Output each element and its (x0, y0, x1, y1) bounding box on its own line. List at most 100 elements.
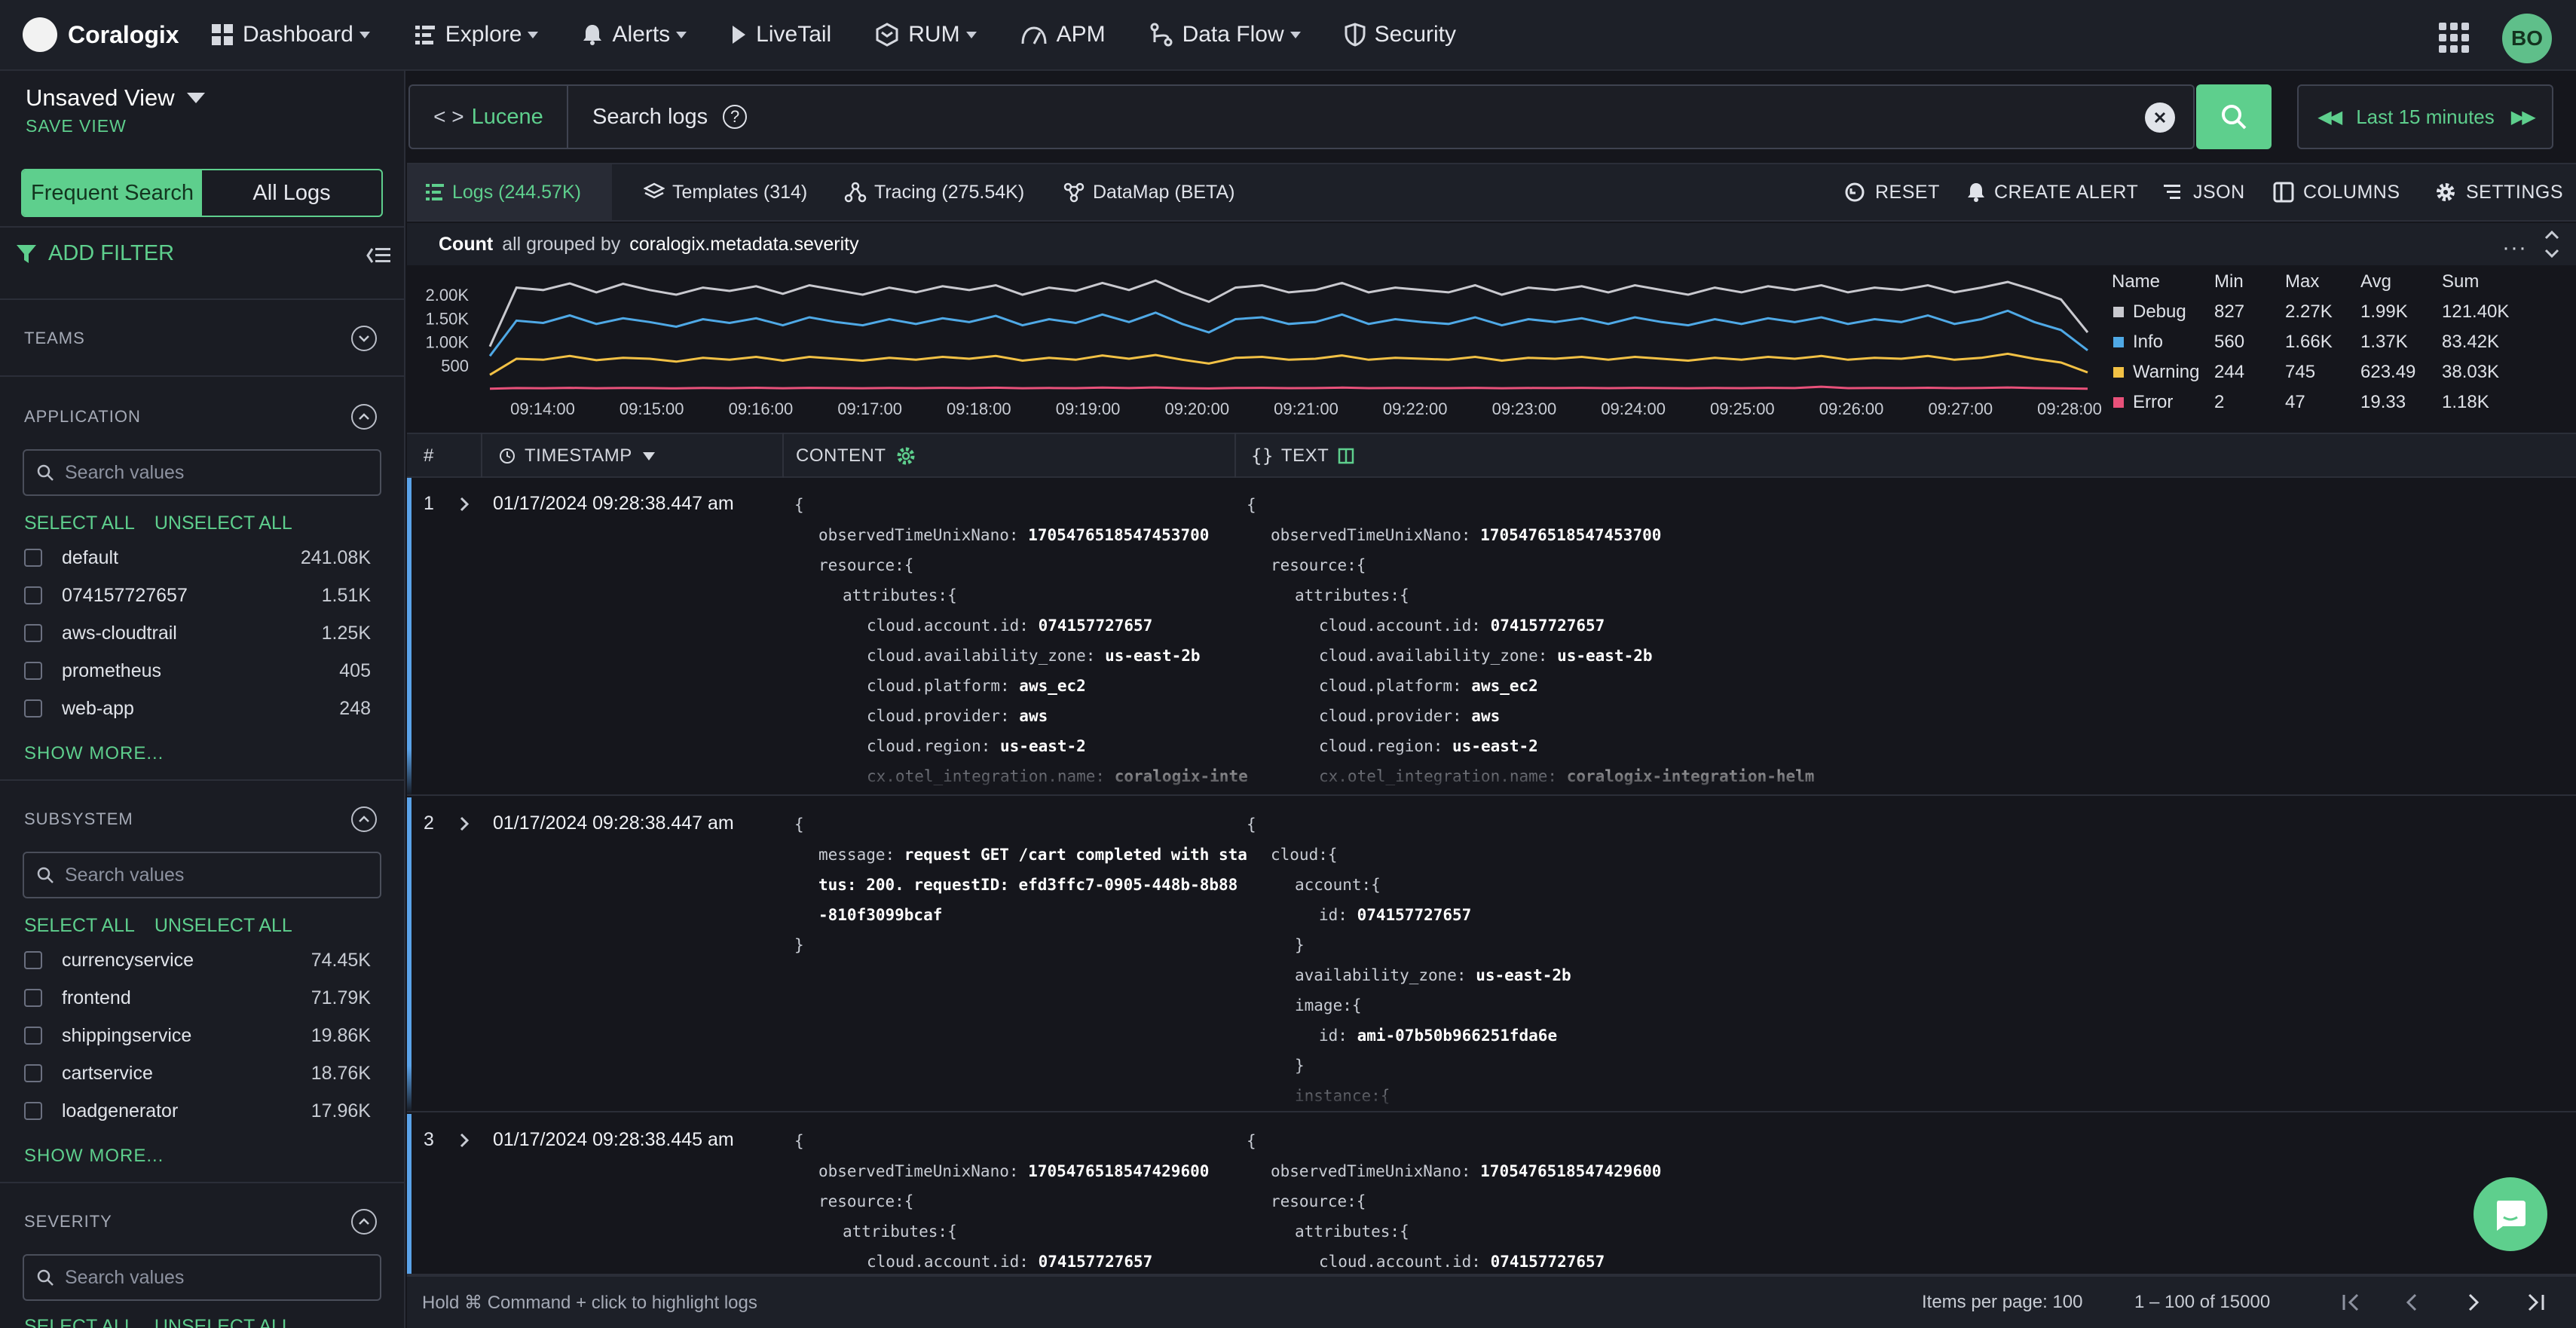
subsystem-toggle[interactable] (351, 806, 377, 832)
search-logs-input[interactable]: Search logs ? (567, 84, 2195, 149)
header-content[interactable]: CONTENT (796, 434, 916, 478)
fast-forward-icon[interactable]: ▶▶ (2511, 106, 2536, 128)
checkbox[interactable] (24, 1064, 42, 1082)
subsystem-select-all[interactable]: SELECT ALL (24, 915, 135, 936)
legend-row[interactable]: Error 2 47 19.33 1.18K (2109, 389, 2576, 416)
json-value[interactable]: request GET /cart completed with sta (895, 846, 1247, 864)
tab-tracing[interactable]: Tracing (275.54K) (826, 164, 1042, 220)
severity-toggle[interactable] (351, 1209, 377, 1235)
previous-page-button[interactable] (2404, 1277, 2419, 1328)
tab-all-logs[interactable]: All Logs (202, 170, 381, 216)
subsystem-item[interactable]: loadgenerator 17.96K (24, 1096, 371, 1126)
row-text-json[interactable]: {observedTimeUnixNano: 17054765185474296… (1247, 1126, 1661, 1274)
json-value[interactable]: aws_ec2 (1462, 677, 1538, 695)
user-avatar[interactable]: BO (2502, 14, 2552, 63)
nav-apm[interactable]: APM (1020, 22, 1106, 47)
save-view-link[interactable]: SAVE VIEW (26, 116, 127, 136)
support-chat-button[interactable] (2474, 1177, 2547, 1251)
legend-row[interactable]: Warning 244 745 623.49 38.03K (2109, 359, 2576, 386)
series-line-warning[interactable] (489, 352, 2088, 376)
table-row[interactable]: 1 01/17/2024 09:28:38.447 am {observedTi… (407, 478, 2576, 796)
application-show-more[interactable]: SHOW MORE... (24, 743, 164, 764)
json-value[interactable]: ami-07b50b966251fda6e (1348, 1027, 1558, 1045)
checkbox[interactable] (24, 1027, 42, 1045)
subsystem-unselect-all[interactable]: UNSELECT ALL (154, 915, 292, 936)
nav-explore[interactable]: Explore (414, 22, 539, 47)
json-value[interactable]: 1705476518547429600 (1019, 1162, 1209, 1180)
table-row[interactable]: 2 01/17/2024 09:28:38.447 am {message: r… (407, 797, 2576, 1112)
application-search-input[interactable]: Search values (23, 449, 381, 496)
json-value[interactable]: us-east-2b (1095, 647, 1200, 665)
subsystem-show-more[interactable]: SHOW MORE... (24, 1146, 164, 1167)
json-value[interactable]: 1705476518547453700 (1471, 526, 1661, 544)
nav-rum[interactable]: RUM (875, 22, 977, 47)
json-value[interactable]: 074157727657 (1481, 617, 1605, 635)
view-selector[interactable]: Unsaved View (26, 84, 205, 112)
json-value[interactable]: aws (1462, 707, 1500, 725)
expand-collapse-icon[interactable] (2543, 228, 2561, 261)
last-page-button[interactable] (2523, 1277, 2546, 1328)
application-item[interactable]: web-app 248 (24, 693, 371, 724)
json-button[interactable]: JSON (2163, 164, 2245, 220)
application-item[interactable]: aws-cloudtrail 1.25K (24, 618, 371, 648)
time-range-picker[interactable]: ◀◀ Last 15 minutes ▶▶ (2297, 84, 2553, 149)
settings-button[interactable]: SETTINGS (2434, 164, 2563, 220)
graph-group-field[interactable]: coralogix.metadata.severity (629, 234, 858, 256)
legend-row[interactable]: Info 560 1.66K 1.37K 83.42K (2109, 329, 2576, 356)
subsystem-item[interactable]: currencyservice 74.45K (24, 945, 371, 975)
table-row[interactable]: 3 01/17/2024 09:28:38.445 am {observedTi… (407, 1114, 2576, 1275)
header-text[interactable]: {} TEXT (1251, 434, 1354, 478)
json-value[interactable]: aws (1010, 707, 1048, 725)
reset-button[interactable]: RESET (1843, 164, 1940, 220)
checkbox[interactable] (24, 624, 42, 642)
application-item[interactable]: prometheus 405 (24, 656, 371, 686)
tab-templates[interactable]: Templates (314) (626, 164, 825, 220)
checkbox[interactable] (24, 1102, 42, 1120)
search-button[interactable] (2196, 84, 2272, 149)
application-unselect-all[interactable]: UNSELECT ALL (154, 513, 292, 534)
legend-row[interactable]: Debug 827 2.27K 1.99K 121.40K (2109, 298, 2576, 326)
checkbox[interactable] (24, 951, 42, 969)
severity-select-all[interactable]: SELECT ALL (24, 1316, 135, 1328)
row-content-json[interactable]: {observedTimeUnixNano: 17054765185474537… (794, 490, 1248, 791)
checkbox[interactable] (24, 549, 42, 567)
json-value[interactable]: us-east-2b (1547, 647, 1652, 665)
nav-livetail[interactable]: LiveTail (730, 22, 831, 47)
subsystem-item[interactable]: shippingservice 19.86K (24, 1020, 371, 1051)
application-toggle[interactable] (351, 404, 377, 430)
application-select-all[interactable]: SELECT ALL (24, 513, 135, 534)
tab-datamap[interactable]: DataMap (BETA) (1045, 164, 1253, 220)
column-divider[interactable] (782, 433, 784, 478)
tab-frequent-search[interactable]: Frequent Search (23, 170, 202, 216)
next-page-button[interactable] (2466, 1277, 2481, 1328)
row-text-json[interactable]: {observedTimeUnixNano: 17054765185474537… (1247, 490, 1814, 791)
query-mode-toggle[interactable]: < > Lucene (408, 84, 567, 149)
apps-grid-icon[interactable] (2439, 23, 2469, 53)
severity-unselect-all[interactable]: UNSELECT ALL (154, 1316, 292, 1328)
nav-alerts[interactable]: Alerts (582, 22, 687, 47)
columns-button[interactable]: COLUMNS (2273, 164, 2400, 220)
json-value[interactable]: 1705476518547429600 (1471, 1162, 1661, 1180)
series-line-debug[interactable] (488, 279, 2089, 347)
json-value[interactable]: -810f3099bcaf (818, 906, 942, 924)
chevron-right-icon[interactable] (458, 496, 470, 513)
collapse-sidebar-icon[interactable] (366, 246, 392, 265)
more-options-icon[interactable]: ··· (2502, 235, 2527, 261)
series-line-error[interactable] (489, 385, 2088, 390)
sort-desc-icon[interactable] (642, 451, 655, 461)
graph-aggregation[interactable]: Count (439, 234, 493, 256)
checkbox[interactable] (24, 586, 42, 604)
json-value[interactable]: aws_ec2 (1010, 677, 1086, 695)
chevron-right-icon[interactable] (458, 815, 470, 832)
subsystem-search-input[interactable]: Search values (23, 852, 381, 898)
json-value[interactable]: 074157727657 (1481, 1253, 1605, 1271)
json-value[interactable]: 074157727657 (1029, 617, 1153, 635)
json-value[interactable]: 1705476518547453700 (1019, 526, 1209, 544)
json-value[interactable]: tus: 200. requestID: efd3ffc7-0905-448b-… (818, 876, 1238, 894)
split-view-icon[interactable] (1338, 448, 1354, 464)
brand-logo[interactable]: Coralogix (23, 17, 211, 52)
json-value[interactable]: 074157727657 (1348, 906, 1472, 924)
column-divider[interactable] (481, 433, 482, 478)
checkbox[interactable] (24, 989, 42, 1007)
checkbox[interactable] (24, 662, 42, 680)
